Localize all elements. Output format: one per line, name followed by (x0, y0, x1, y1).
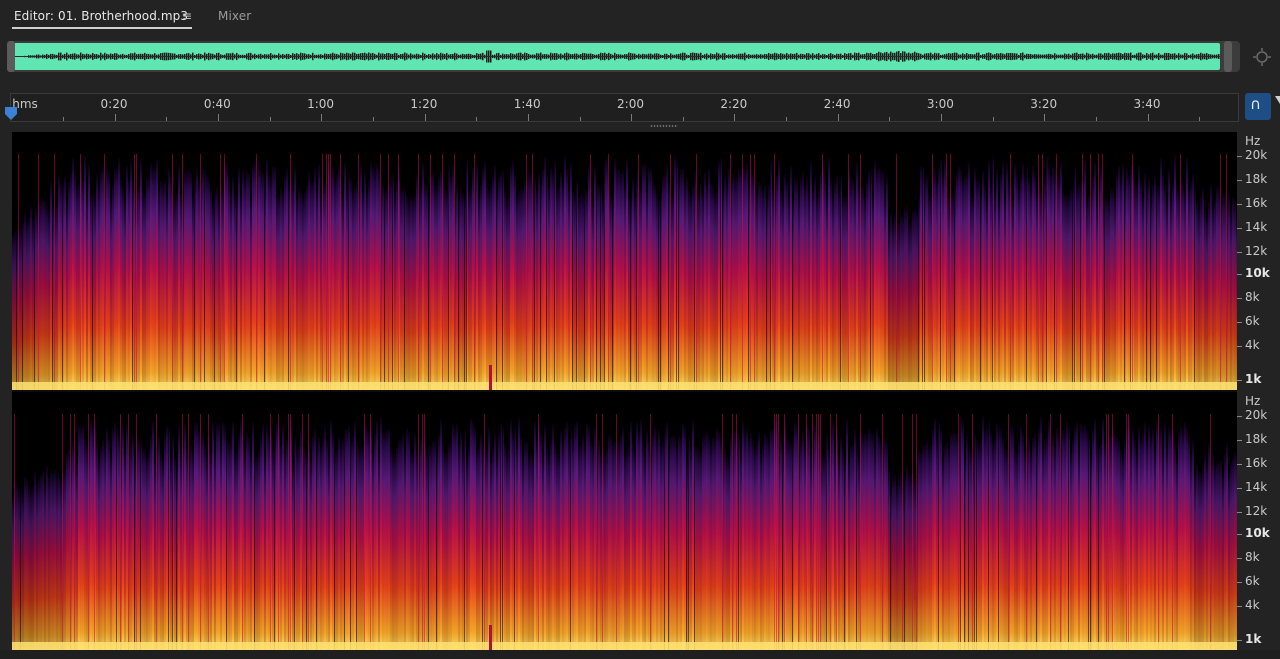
frequency-tick-mark (1237, 606, 1242, 607)
ruler-tick-mark (1096, 117, 1097, 121)
editor-tab-bar: Editor: 01. Brotherhood.mp3 ≡ Mixer (0, 0, 1280, 34)
ruler-tick-mark (424, 114, 426, 121)
ruler-tick-mark (682, 117, 684, 121)
ruler-tick-label: 2:00 (617, 97, 644, 111)
ruler-tick-mark (837, 114, 839, 121)
frequency-tick-label: 4k (1245, 598, 1260, 612)
frequency-tick-label: 4k (1245, 338, 1260, 352)
ruler-tick-mark (321, 114, 323, 121)
frequency-tick-mark (1237, 440, 1242, 441)
ruler-tick-label: 3:20 (1030, 97, 1058, 111)
frequency-tick-label: 16k (1245, 456, 1268, 470)
frequency-tick-label: 12k (1245, 504, 1268, 518)
ruler-tick-mark (63, 117, 64, 121)
frequency-tick-label: 18k (1245, 172, 1268, 186)
frequency-tick-label: 6k (1245, 314, 1260, 328)
frequency-unit-label: Hz (1245, 394, 1261, 408)
ruler-tick-label: 1:00 (307, 97, 335, 111)
frequency-tick-mark (1237, 180, 1242, 181)
frequency-tick-label: 18k (1245, 432, 1268, 446)
frequency-tick-label: 1k (1245, 372, 1262, 386)
time-ruler[interactable]: hms 0:20 0:40 1:00 1:20 1:40 2:00 2:20 2:40 3:00… (10, 93, 1239, 122)
frequency-tick-mark (1237, 298, 1242, 299)
tab-mixer[interactable]: Mixer (218, 9, 251, 23)
frequency-axis-right: Hz 20k 18k 16k 14k 12k 10k 8k 6k 4k 1k (1237, 392, 1280, 650)
frequency-tick-label: 6k (1245, 574, 1260, 588)
ruler-tick-mark (941, 114, 943, 121)
bottom-status-strip (0, 650, 1280, 659)
ruler-tick-label: 0:20 (100, 97, 128, 111)
frequency-tick-mark (1237, 534, 1242, 535)
frequency-tick-label: 8k (1245, 290, 1260, 304)
frequency-tick-mark (1237, 252, 1242, 253)
frequency-tick-label: 20k (1245, 408, 1268, 422)
playhead-marker-icon[interactable] (4, 106, 18, 120)
frequency-tick-mark (1237, 464, 1242, 465)
ruler-tick-mark (1199, 117, 1201, 121)
ruler-tick-label: 3:40 (1133, 97, 1161, 111)
frequency-tick-label: 12k (1245, 244, 1268, 258)
spectrogram-graphic-left (12, 132, 1237, 390)
frequency-tick-mark (1237, 488, 1242, 489)
ruler-tick-mark (269, 117, 271, 121)
frequency-tick-mark (1237, 640, 1242, 641)
ruler-tick-label: 0:40 (203, 97, 231, 111)
frequency-tick-label: 16k (1245, 196, 1268, 210)
spectrogram-graphic-right (12, 392, 1237, 650)
zoom-navigator-icon[interactable] (1252, 47, 1272, 67)
frequency-tick-mark (1237, 228, 1242, 229)
active-tab-underline (12, 27, 192, 29)
ruler-tick-label: 1:20 (410, 97, 438, 111)
snap-toggle-button[interactable]: ∩ (1245, 93, 1271, 120)
frequency-tick-label: 20k (1245, 148, 1268, 162)
overview-left-handle[interactable] (7, 41, 15, 72)
frequency-unit-label: Hz (1245, 134, 1261, 148)
spectrogram-channel-right[interactable] (12, 392, 1237, 650)
ruler-tick-mark (527, 114, 529, 121)
ruler-tick-mark (114, 114, 116, 121)
ruler-tick-mark (166, 117, 168, 121)
ruler-tick-label: 2:40 (823, 97, 851, 111)
ruler-tick-mark (786, 117, 788, 121)
panel-menu-icon[interactable] (1275, 96, 1280, 104)
ruler-tick-label: 3:00 (926, 97, 954, 111)
spectrogram-channel-left[interactable] (12, 132, 1237, 390)
ruler-tick-label: 2:20 (720, 97, 748, 111)
ruler-tick-mark (1147, 114, 1149, 121)
tab-menu-icon[interactable]: ≡ (182, 9, 192, 23)
frequency-tick-mark (1237, 346, 1242, 347)
overview-right-handle[interactable] (1224, 41, 1232, 72)
ruler-tick-mark (476, 117, 478, 121)
frequency-tick-mark (1237, 204, 1242, 205)
frequency-tick-label: 14k (1245, 220, 1268, 234)
frequency-tick-label: 1k (1245, 632, 1262, 646)
ruler-tick-mark (217, 114, 219, 121)
frequency-tick-mark (1237, 512, 1242, 513)
frequency-tick-mark (1237, 558, 1242, 559)
magnet-icon: ∩ (1250, 95, 1261, 113)
overview-waveform-graphic (14, 50, 1220, 63)
ruler-tick-label: 1:40 (513, 97, 541, 111)
frequency-tick-label: 10k (1245, 526, 1270, 540)
frequency-tick-mark (1237, 156, 1242, 157)
frequency-axis-left: Hz 20k 18k 16k 14k 12k 10k 8k 6k 4k 1k (1237, 132, 1280, 390)
frequency-tick-mark (1237, 380, 1242, 381)
frequency-tick-mark (1237, 322, 1242, 323)
ruler-tick-mark (1044, 114, 1046, 121)
frequency-tick-mark (1237, 582, 1242, 583)
frequency-tick-label: 14k (1245, 480, 1268, 494)
overview-waveform[interactable] (14, 43, 1220, 70)
resize-grip[interactable] (650, 124, 678, 128)
ruler-tick-mark (372, 117, 374, 121)
ruler-tick-mark (992, 117, 994, 121)
frequency-tick-label: 10k (1245, 266, 1270, 280)
ruler-tick-mark (579, 117, 581, 121)
ruler-tick-mark (889, 117, 891, 121)
frequency-tick-mark (1237, 416, 1242, 417)
frequency-tick-label: 8k (1245, 550, 1260, 564)
frequency-tick-mark (1237, 274, 1242, 275)
ruler-tick-mark (631, 114, 633, 121)
tab-editor[interactable]: Editor: 01. Brotherhood.mp3 (14, 9, 188, 23)
ruler-tick-mark (734, 114, 736, 121)
